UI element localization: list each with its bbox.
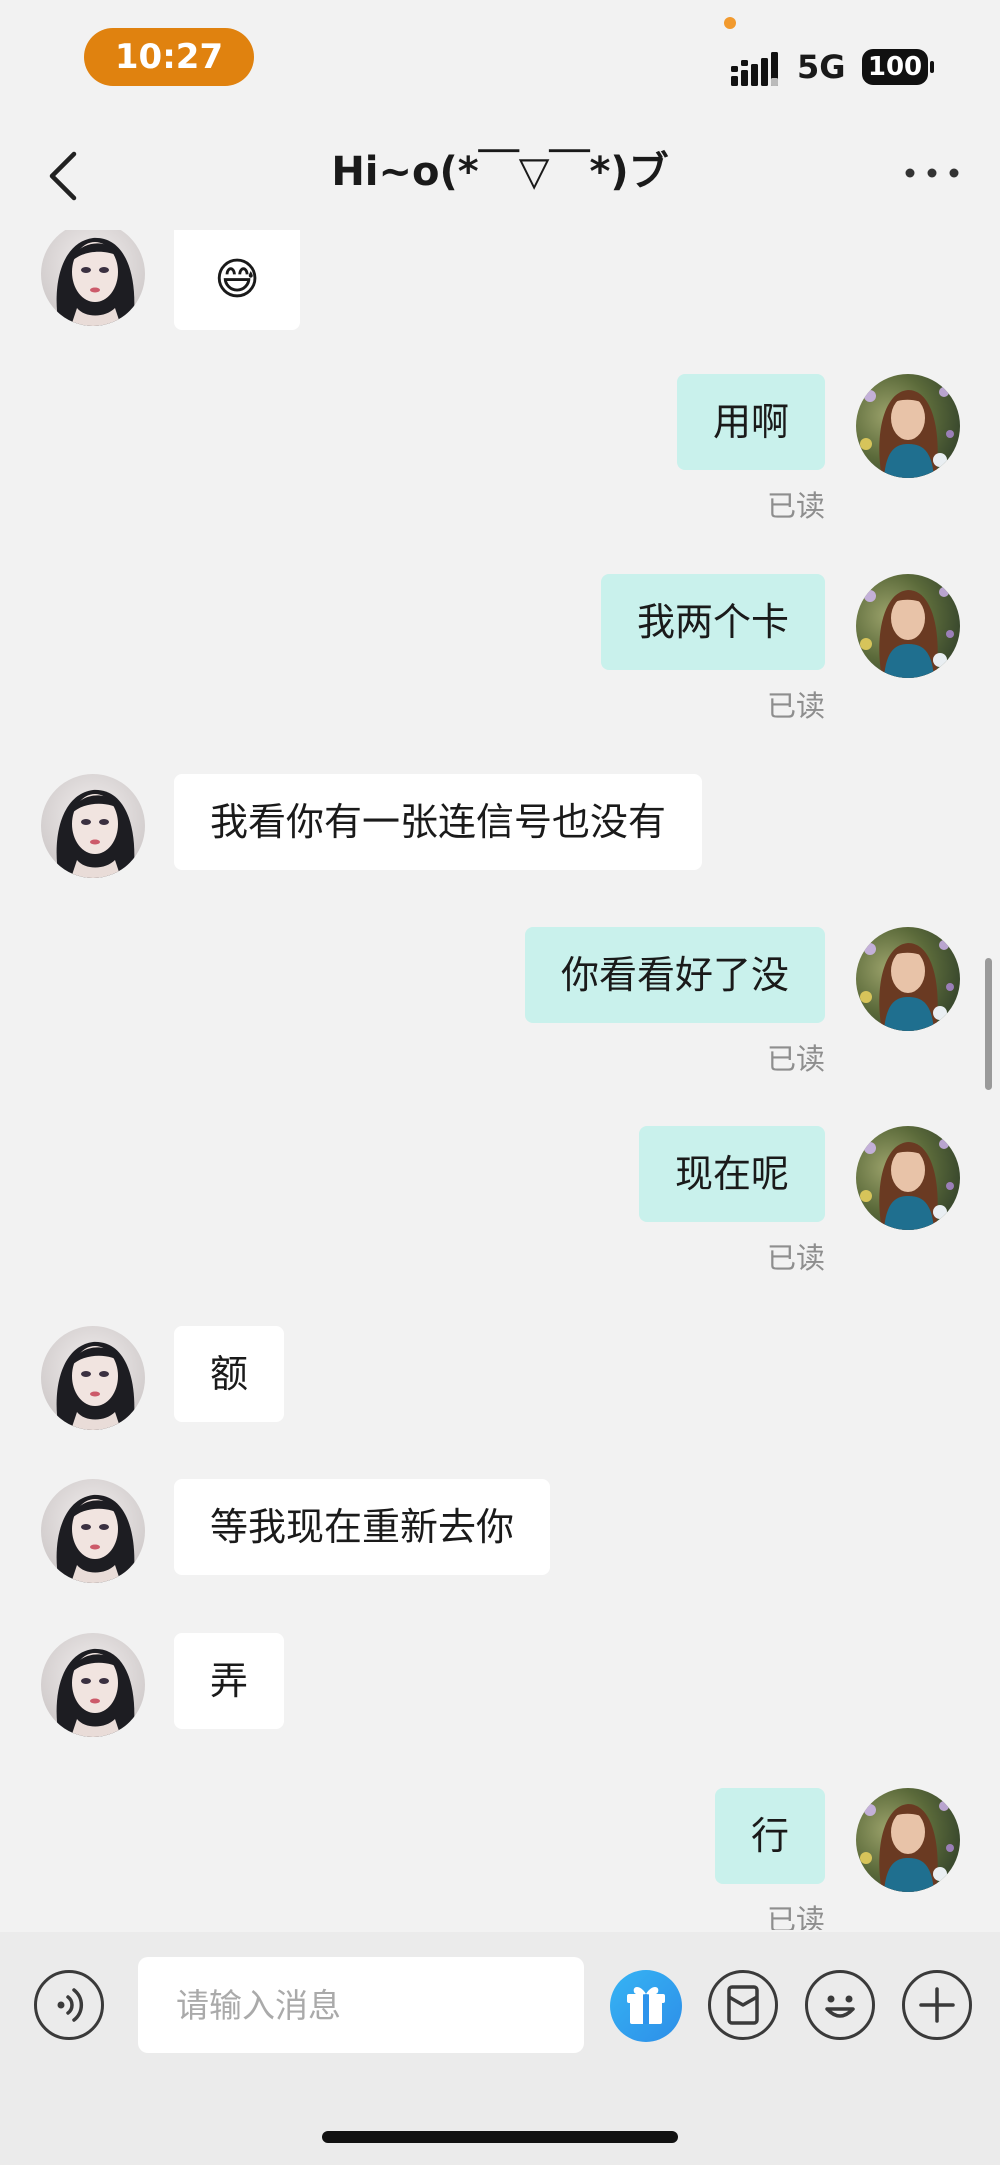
battery-tip — [930, 61, 934, 73]
battery-level: 100 — [867, 52, 923, 82]
message-text: 😅 — [214, 254, 260, 305]
emoji-button[interactable] — [805, 1970, 875, 2040]
network-type: 5G — [797, 48, 846, 86]
incoming-message[interactable]: 我看你有一张连信号也没有 — [174, 774, 703, 870]
contact-avatar[interactable] — [41, 774, 145, 878]
incoming-message[interactable]: 😅 — [174, 230, 300, 330]
red-packet-icon — [727, 1985, 759, 2025]
home-indicator — [322, 2131, 678, 2143]
contact-avatar[interactable] — [41, 1633, 145, 1737]
outgoing-message[interactable]: 我两个卡 — [600, 574, 825, 670]
read-receipt: 已读 — [766, 1042, 825, 1076]
read-receipt: 已读 — [766, 489, 825, 523]
incoming-message[interactable]: 额 — [174, 1326, 285, 1422]
status-time: 10:27 — [84, 28, 254, 86]
read-receipt: 已读 — [766, 1903, 825, 1930]
my-avatar[interactable] — [856, 374, 960, 478]
outgoing-message[interactable]: 你看看好了没 — [524, 927, 825, 1023]
plus-icon — [919, 1987, 955, 2023]
outgoing-message[interactable]: 用啊 — [676, 374, 825, 470]
my-avatar[interactable] — [856, 1788, 960, 1892]
voice-button[interactable] — [34, 1970, 104, 2040]
message-input[interactable] — [138, 1957, 584, 2053]
back-icon[interactable] — [40, 148, 90, 204]
message-text: 我两个卡 — [636, 600, 789, 644]
contact-avatar[interactable] — [41, 1479, 145, 1583]
message-text: 额 — [210, 1352, 249, 1396]
battery-icon: 100 — [862, 49, 928, 85]
outgoing-message[interactable]: 现在呢 — [638, 1126, 825, 1222]
signal-icon — [731, 52, 778, 86]
outgoing-message[interactable]: 行 — [714, 1788, 825, 1884]
message-text: 你看看好了没 — [560, 953, 789, 997]
gift-icon — [627, 1987, 665, 2024]
contact-avatar[interactable] — [41, 230, 145, 326]
chat-title: Hi~o(*￣▽￣*)ブ — [331, 149, 669, 195]
message-text: 我看你有一张连信号也没有 — [210, 800, 667, 844]
message-text: 现在呢 — [674, 1152, 789, 1196]
red-packet-button[interactable] — [708, 1970, 778, 2040]
my-avatar[interactable] — [856, 574, 960, 678]
voice-icon — [57, 1988, 84, 2022]
message-text: 弄 — [210, 1659, 249, 1703]
message-text: 等我现在重新去你 — [210, 1505, 515, 1549]
scrollbar[interactable] — [985, 958, 992, 1090]
my-avatar[interactable] — [856, 1126, 960, 1230]
my-avatar[interactable] — [856, 927, 960, 1031]
incoming-message[interactable]: 等我现在重新去你 — [174, 1479, 551, 1575]
chat-header: Hi~o(*￣▽￣*)ブ — [0, 130, 1000, 220]
message-text: 行 — [750, 1814, 789, 1858]
message-text: 用啊 — [712, 400, 789, 444]
message-list[interactable]: 😅 用啊 已读 我两个卡 已读 我看你有一张连信号也没有 你看看好了没 已读 现… — [0, 230, 1000, 1930]
read-receipt: 已读 — [766, 1241, 825, 1275]
gift-button[interactable] — [610, 1970, 682, 2042]
incoming-message[interactable]: 弄 — [174, 1633, 285, 1729]
more-icon[interactable] — [900, 158, 964, 188]
read-receipt: 已读 — [766, 689, 825, 723]
emoji-icon — [825, 1995, 855, 2018]
contact-avatar[interactable] — [41, 1326, 145, 1430]
privacy-indicator-dot — [724, 17, 736, 29]
status-bar: 10:27 5G 100 — [0, 0, 1000, 110]
more-actions-button[interactable] — [902, 1970, 972, 2040]
